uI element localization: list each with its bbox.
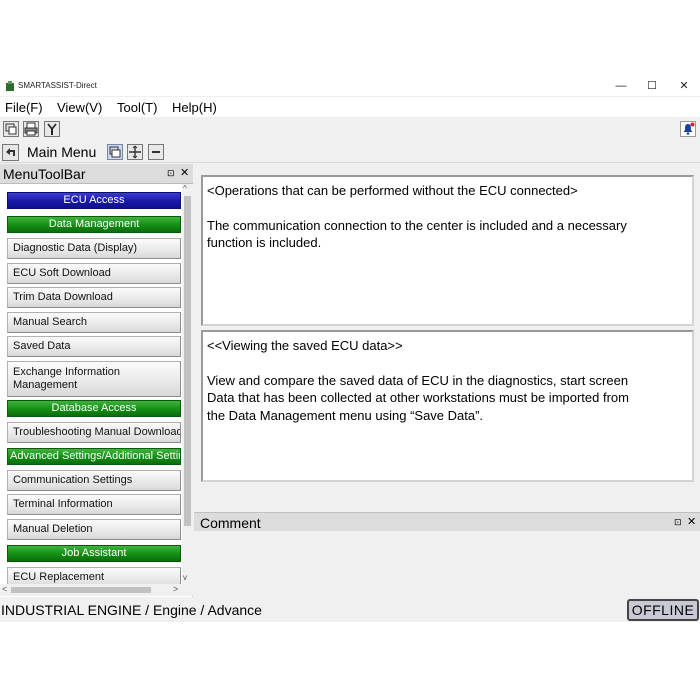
new-window-button[interactable] (3, 121, 19, 137)
pin-icon[interactable]: ⊡ (167, 168, 175, 179)
minimize-panel-button[interactable] (148, 144, 164, 160)
menu-list: ECU Access Data Management Diagnostic Da… (0, 184, 182, 584)
menu-file[interactable]: File(F) (5, 100, 43, 115)
close-button[interactable]: ✕ (674, 79, 694, 94)
maximize-button[interactable]: ☐ (642, 79, 662, 94)
back-arrow-icon (2, 144, 19, 161)
menu-toolbar-header: MenuToolBar ⊡ ✕ (0, 164, 193, 184)
hscroll-thumb[interactable] (11, 587, 151, 593)
connection-status-badge[interactable]: OFFLINE (627, 599, 699, 621)
main-toolbar (0, 118, 700, 140)
menu-item-exchange-information[interactable]: Exchange Information Management (7, 361, 181, 397)
move-icon (129, 145, 141, 159)
comment-panel-header: Comment ⊡ ✕ (194, 512, 700, 531)
menu-item-ecu-soft-download[interactable]: ECU Soft Download (7, 263, 181, 284)
box2-line: the Data Management menu using “Save Dat… (207, 407, 484, 423)
menu-item-troubleshooting-manual[interactable]: Troubleshooting Manual Download (7, 422, 181, 443)
menu-horizontal-scrollbar[interactable]: < > (0, 584, 193, 596)
main-content: <Operations that can be performed withou… (194, 164, 700, 597)
menu-item-ecu-replacement[interactable]: ECU Replacement (7, 567, 181, 584)
menu-item-terminal-information[interactable]: Terminal Information (7, 494, 181, 515)
main-menu-toolbar: Main Menu (0, 141, 700, 163)
scroll-right-icon[interactable]: > (173, 584, 178, 594)
app-window: SMARTASSIST-Direct — ☐ ✕ File(F) View(V)… (0, 77, 700, 622)
menu-vertical-scrollbar[interactable]: ^ v (182, 184, 193, 584)
box2-line: View and compare the saved data of ECU i… (207, 372, 629, 388)
tool-button[interactable] (44, 121, 60, 137)
section-job-assistant[interactable]: Job Assistant (7, 545, 181, 562)
section-database-access[interactable]: Database Access (7, 400, 181, 417)
box1-line: The communication connection to the cent… (207, 217, 627, 233)
cascade-windows-icon (109, 146, 121, 158)
main-menu-label: Main Menu (27, 144, 97, 160)
menu-bar: File(F) View(V) Tool(T) Help(H) (0, 97, 700, 117)
app-icon (6, 81, 14, 91)
cascade-button[interactable] (107, 144, 123, 160)
menu-view[interactable]: View(V) (57, 100, 102, 115)
windows-icon (5, 123, 17, 135)
menu-item-manual-search[interactable]: Manual Search (7, 312, 181, 333)
scroll-left-icon[interactable]: < (2, 584, 7, 594)
wrench-icon (47, 123, 57, 135)
operations-description-box: <Operations that can be performed withou… (201, 175, 694, 326)
minimize-button[interactable]: — (611, 79, 631, 94)
comment-title: Comment (200, 515, 261, 531)
menu-item-manual-deletion[interactable]: Manual Deletion (7, 519, 181, 540)
title-bar: SMARTASSIST-Direct — ☐ ✕ (0, 77, 700, 96)
comment-area[interactable] (194, 531, 700, 597)
section-ecu-access[interactable]: ECU Access (7, 192, 181, 209)
menu-toolbar-title: MenuToolBar (3, 166, 86, 182)
scroll-down-icon[interactable]: v (183, 573, 187, 582)
box1-line: function is included. (207, 235, 322, 250)
menu-item-saved-data[interactable]: Saved Data (7, 336, 181, 357)
menu-tool[interactable]: Tool(T) (117, 100, 157, 115)
minus-icon (152, 151, 160, 153)
status-path: INDUSTRIAL ENGINE / Engine / Advance (1, 602, 262, 618)
scroll-thumb[interactable] (184, 196, 191, 526)
box2-heading: <<Viewing the saved ECU data>> (207, 338, 403, 353)
menu-toolbar-panel: MenuToolBar ⊡ ✕ ECU Access Data Manageme… (0, 164, 193, 597)
menu-help[interactable]: Help(H) (172, 100, 217, 115)
scroll-up-icon[interactable]: ^ (183, 184, 187, 193)
pin-icon[interactable]: ⊡ (674, 517, 682, 528)
section-advanced-settings[interactable]: Advanced Settings/Additional Settings (7, 448, 181, 465)
tile-button[interactable] (127, 144, 143, 160)
window-title: SMARTASSIST-Direct (18, 81, 97, 90)
status-bar: INDUSTRIAL ENGINE / Engine / Advance OFF… (0, 598, 700, 622)
box1-heading: <Operations that can be performed withou… (207, 183, 578, 198)
close-panel-icon[interactable]: ✕ (180, 166, 189, 179)
box2-line: Data that has been collected at other wo… (207, 390, 629, 405)
menu-item-communication-settings[interactable]: Communication Settings (7, 470, 181, 491)
section-data-management[interactable]: Data Management (7, 216, 181, 233)
menu-item-diagnostic-data[interactable]: Diagnostic Data (Display) (7, 238, 181, 259)
print-button[interactable] (23, 121, 39, 137)
bell-icon (681, 122, 695, 136)
close-panel-icon[interactable]: ✕ (687, 515, 696, 528)
menu-item-trim-data-download[interactable]: Trim Data Download (7, 287, 181, 308)
printer-icon (24, 122, 38, 136)
back-button[interactable] (2, 144, 19, 161)
notification-button[interactable] (680, 121, 696, 137)
saved-data-description-box: <<Viewing the saved ECU data>> View and … (201, 330, 694, 482)
